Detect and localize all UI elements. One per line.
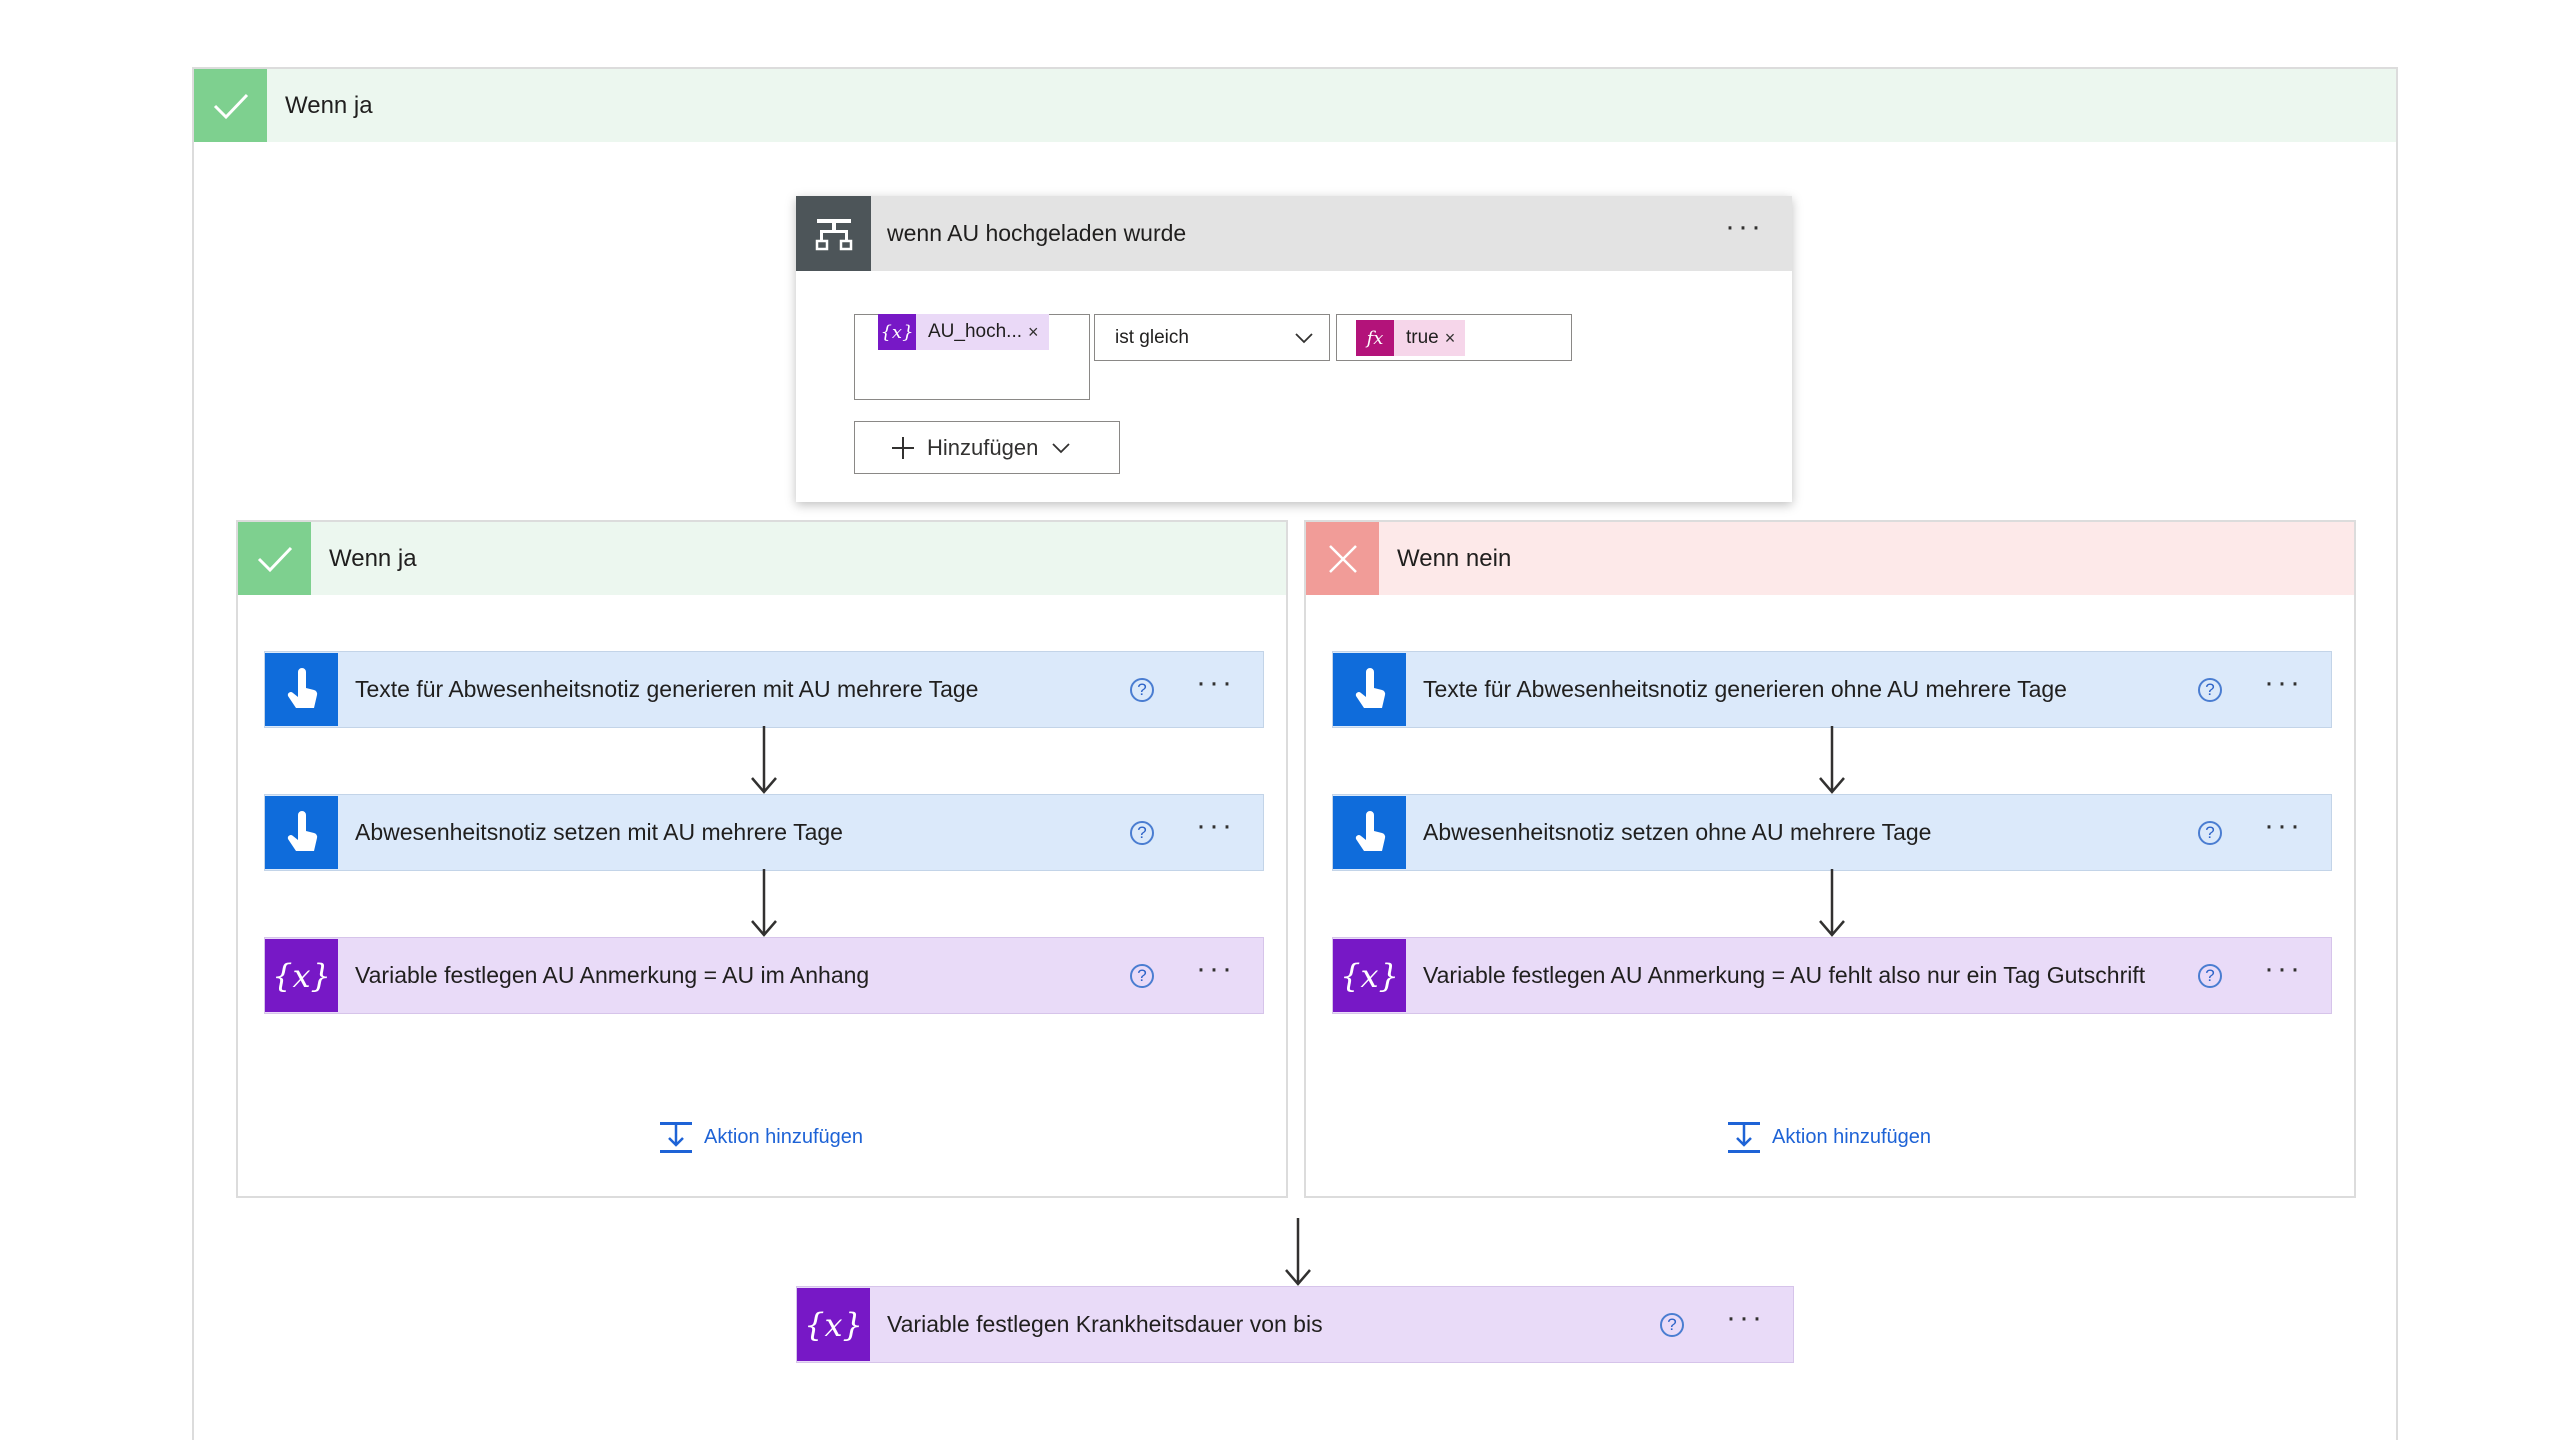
plus-icon [892, 436, 914, 459]
no-action-set-absence[interactable]: Abwesenheitsnotiz setzen ohne AU mehrere… [1332, 794, 2332, 871]
help-icon[interactable]: ? [1660, 1312, 1685, 1337]
help-icon[interactable]: ? [2198, 677, 2223, 702]
action-label: Abwesenheitsnotiz setzen ohne AU mehrere… [1423, 819, 1932, 845]
more-options-button[interactable]: ··· [2264, 810, 2303, 855]
left-token-remove-button[interactable]: × [1028, 322, 1039, 343]
add-condition-button[interactable]: Hinzufügen [854, 421, 1120, 474]
checkmark-icon [194, 69, 267, 142]
no-branch: Wenn nein Texte für Abwesenheitsnotiz ge… [1304, 520, 2356, 1198]
condition-left-token[interactable]: {x} AU_hoch... × [878, 314, 1049, 350]
yes-add-action-link[interactable]: Aktion hinzufügen [658, 1119, 863, 1155]
no-branch-label: Wenn nein [1397, 544, 1512, 572]
action-label: Variable festlegen Krankheitsdauer von b… [887, 1311, 1323, 1337]
no-action-generate-texts[interactable]: Texte für Abwesenheitsnotiz generieren o… [1332, 651, 2332, 728]
touch-icon [1333, 796, 1406, 869]
help-icon[interactable]: ? [2198, 963, 2223, 988]
condition-header[interactable]: wenn AU hochgeladen wurde ··· [796, 196, 1792, 271]
help-icon[interactable]: ? [1130, 677, 1155, 702]
more-options-button[interactable]: ··· [2264, 953, 2303, 998]
flow-arrow [751, 869, 777, 937]
no-branch-header[interactable]: Wenn nein [1306, 522, 2354, 595]
variable-icon: {x} [878, 314, 916, 350]
flow-arrow [1819, 869, 1845, 937]
condition-title: wenn AU hochgeladen wurde [887, 220, 1187, 246]
yes-branch-label: Wenn ja [329, 544, 417, 572]
right-token-remove-button[interactable]: × [1445, 328, 1456, 349]
no-add-action-link[interactable]: Aktion hinzufügen [1726, 1119, 1931, 1155]
action-label: Texte für Abwesenheitsnotiz generieren o… [1423, 676, 2067, 702]
condition-right-token[interactable]: fx true × [1356, 320, 1466, 356]
more-options-button[interactable]: ··· [1726, 1302, 1765, 1347]
touch-icon [265, 653, 338, 726]
left-token-label: AU_hoch... [928, 321, 1022, 342]
yes-action-generate-texts[interactable]: Texte für Abwesenheitsnotiz generieren m… [264, 651, 1264, 728]
close-icon [1306, 522, 1379, 595]
yes-branch-header[interactable]: Wenn ja [238, 522, 1286, 595]
right-token-label: true [1406, 327, 1439, 348]
more-options-button[interactable]: ··· [1196, 667, 1235, 712]
outer-yes-branch-label: Wenn ja [285, 91, 373, 119]
add-action-label: Aktion hinzufügen [1772, 1125, 1932, 1148]
condition-operator-dropdown[interactable]: ist gleich [1094, 314, 1330, 361]
yes-branch: Wenn ja Texte für Abwesenheitsnotiz gene… [236, 520, 1288, 1198]
more-options-button[interactable]: ··· [2264, 667, 2303, 712]
add-action-icon [1728, 1122, 1760, 1153]
operator-value: ist gleich [1115, 326, 1189, 348]
more-options-button[interactable]: ··· [1196, 953, 1235, 998]
touch-icon [265, 796, 338, 869]
help-icon[interactable]: ? [1130, 820, 1155, 845]
variable-icon: {x} [265, 939, 338, 1012]
flow-arrow [1285, 1218, 1311, 1286]
function-icon: fx [1356, 320, 1394, 356]
flow-arrow [1819, 726, 1845, 794]
chevron-down-icon [1052, 442, 1070, 453]
add-condition-label: Hinzufügen [927, 434, 1039, 460]
variable-icon: {x} [797, 1288, 870, 1361]
final-action-set-duration[interactable]: {x} Variable festlegen Krankheitsdauer v… [796, 1286, 1794, 1363]
help-icon[interactable]: ? [2198, 820, 2223, 845]
help-icon[interactable]: ? [1130, 963, 1155, 988]
checkmark-icon [238, 522, 311, 595]
outer-yes-branch-header[interactable]: Wenn ja [194, 69, 2396, 142]
touch-icon [1333, 653, 1406, 726]
no-action-set-variable[interactable]: {x} Variable festlegen AU Anmerkung = AU… [1332, 937, 2332, 1014]
action-label: Variable festlegen AU Anmerkung = AU im … [355, 962, 870, 988]
yes-action-set-variable[interactable]: {x} Variable festlegen AU Anmerkung = AU… [264, 937, 1264, 1014]
yes-action-set-absence[interactable]: Abwesenheitsnotiz setzen mit AU mehrere … [264, 794, 1264, 871]
variable-icon: {x} [1333, 939, 1406, 1012]
action-label: Variable festlegen AU Anmerkung = AU feh… [1423, 962, 2146, 988]
add-action-icon [660, 1122, 692, 1153]
more-options-button[interactable]: ··· [1196, 810, 1235, 855]
flow-arrow [751, 726, 777, 794]
condition-more-button[interactable]: ··· [1725, 211, 1764, 256]
action-label: Abwesenheitsnotiz setzen mit AU mehrere … [355, 819, 843, 845]
add-action-label: Aktion hinzufügen [704, 1125, 864, 1148]
action-label: Texte für Abwesenheitsnotiz generieren m… [355, 676, 979, 702]
chevron-down-icon [1295, 333, 1313, 344]
condition-icon [796, 196, 871, 271]
condition-card: wenn AU hochgeladen wurde ··· {x} AU_hoc… [796, 196, 1792, 502]
